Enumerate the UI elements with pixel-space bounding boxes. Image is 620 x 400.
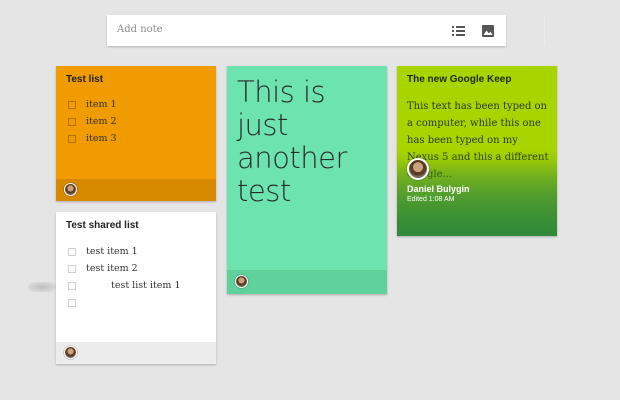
list-item-text: item 2: [86, 116, 117, 127]
list-icon: [452, 26, 465, 36]
user-name: Daniel Bulygin: [407, 184, 470, 194]
checkbox[interactable]: [68, 299, 76, 307]
list-item-text: item 3: [86, 133, 117, 144]
avatar[interactable]: [64, 183, 77, 196]
note-text-line: another: [237, 141, 347, 175]
edited-timestamp: Edited 1:08 AM: [407, 196, 455, 203]
list-item-text: test item 1: [86, 246, 138, 257]
note-text-line: test: [237, 174, 291, 208]
note-footer: [56, 179, 216, 201]
note-card-big-text[interactable]: This is just another test: [227, 66, 387, 294]
note-text: This is just another test: [237, 76, 387, 208]
add-note-bar[interactable]: Add note: [107, 15, 545, 46]
note-card-test-shared-list[interactable]: Test shared list test item 1 test item 2…: [56, 212, 216, 364]
new-list-button[interactable]: [448, 21, 468, 41]
note-footer: [56, 342, 216, 364]
note-title: The new Google Keep: [407, 74, 512, 85]
blurred-collaborator: [28, 282, 56, 292]
avatar[interactable]: [235, 275, 248, 288]
checkbox[interactable]: [68, 265, 76, 273]
image-icon: [482, 25, 494, 37]
checkbox[interactable]: [68, 135, 76, 143]
checkbox[interactable]: [68, 282, 76, 290]
list-item-text: test list item 1: [111, 280, 181, 291]
note-text-line: This is: [237, 75, 326, 109]
avatar[interactable]: [64, 346, 77, 359]
checkbox[interactable]: [68, 248, 76, 256]
note-card-google-keep[interactable]: The new Google Keep This text has been t…: [397, 66, 557, 236]
note-footer: [227, 270, 387, 294]
bar-divider: [544, 15, 545, 46]
checkbox[interactable]: [68, 101, 76, 109]
note-text-line: just: [237, 108, 288, 142]
note-title: Test shared list: [66, 220, 139, 231]
list-item-text: test item 2: [86, 263, 138, 274]
list-item-text: item 1: [86, 99, 117, 110]
note-card-test-list[interactable]: Test list item 1 item 2 item 3: [56, 66, 216, 201]
avatar[interactable]: [407, 158, 429, 180]
add-image-button[interactable]: [478, 21, 498, 41]
add-note-placeholder[interactable]: Add note: [117, 24, 163, 35]
note-title: Test list: [66, 74, 104, 85]
checkbox[interactable]: [68, 118, 76, 126]
